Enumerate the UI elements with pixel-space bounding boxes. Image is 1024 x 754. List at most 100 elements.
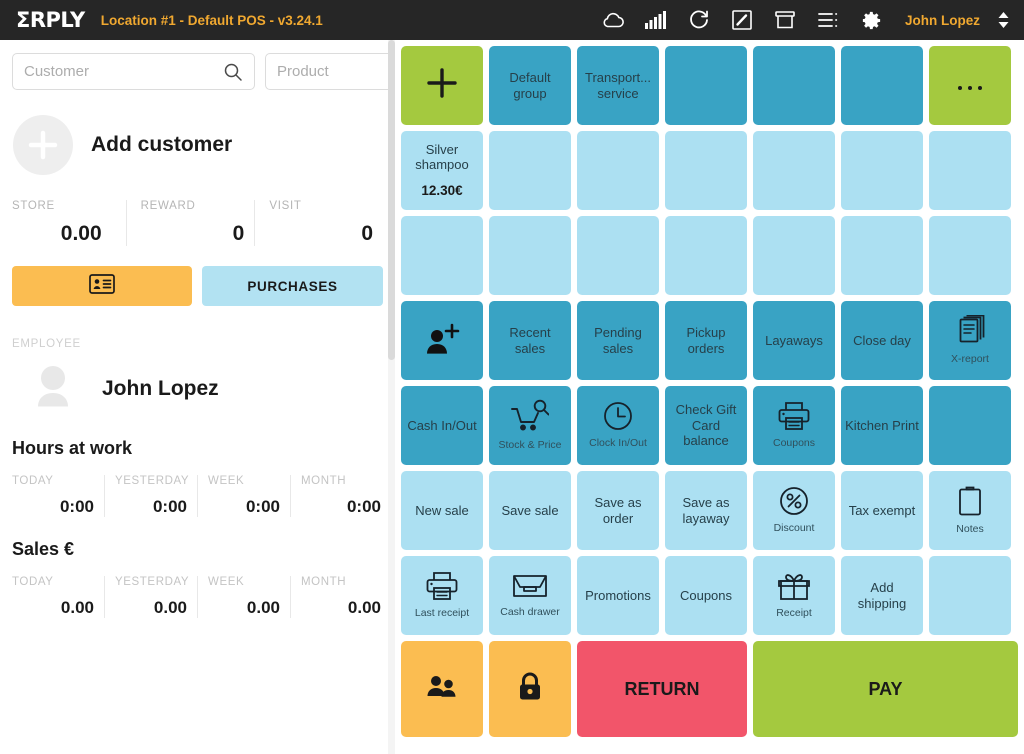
coupons-button[interactable]: Coupons bbox=[665, 556, 747, 635]
group-empty-2[interactable] bbox=[753, 46, 835, 125]
product-empty-10[interactable] bbox=[665, 216, 747, 295]
archive-icon[interactable] bbox=[772, 7, 798, 33]
list-icon[interactable] bbox=[815, 7, 841, 33]
signal-icon[interactable] bbox=[643, 7, 669, 33]
product-empty-1[interactable] bbox=[489, 131, 571, 210]
save-as-order-button[interactable]: Save as order bbox=[577, 471, 659, 550]
product-empty-3[interactable] bbox=[665, 131, 747, 210]
tile-label: Layaways bbox=[765, 332, 823, 348]
sidebar-scrollbar[interactable] bbox=[388, 40, 395, 754]
product-empty-7[interactable] bbox=[401, 216, 483, 295]
product-empty-9[interactable] bbox=[577, 216, 659, 295]
period-value: 0.00 bbox=[60, 598, 94, 617]
hours-today: TODAY 0:00 bbox=[12, 475, 104, 517]
add-customer-label: Add customer bbox=[91, 133, 233, 156]
function-empty-2[interactable] bbox=[929, 556, 1011, 635]
clock-in-out-button[interactable]: Clock In/Out bbox=[577, 386, 659, 465]
hours-at-work-stats: TODAY 0:00 YESTERDAY 0:00 WEEK 0:00 MONT… bbox=[12, 475, 383, 517]
return-button[interactable]: RETURN bbox=[577, 641, 747, 737]
cloud-icon[interactable] bbox=[600, 7, 626, 33]
receipt-gift-button[interactable]: Receipt bbox=[753, 556, 835, 635]
pay-button[interactable]: PAY bbox=[753, 641, 1018, 737]
id-card-icon bbox=[89, 273, 115, 299]
product-empty-11[interactable] bbox=[753, 216, 835, 295]
customer-card-button[interactable] bbox=[12, 266, 192, 306]
cash-in-out-button[interactable]: Cash In/Out bbox=[401, 386, 483, 465]
promotions-button[interactable]: Promotions bbox=[577, 556, 659, 635]
button-grid-panel: Default group Transport... service Silver … bbox=[395, 40, 1024, 754]
function-empty-1[interactable] bbox=[929, 386, 1011, 465]
product-empty-5[interactable] bbox=[841, 131, 923, 210]
plus-circle-icon bbox=[13, 115, 73, 175]
product-empty-6[interactable] bbox=[929, 131, 1011, 210]
product-empty-2[interactable] bbox=[577, 131, 659, 210]
discount-button[interactable]: Discount bbox=[753, 471, 835, 550]
signature-icon[interactable] bbox=[729, 7, 755, 33]
users-icon bbox=[425, 674, 459, 705]
tax-exempt-button[interactable]: Tax exempt bbox=[841, 471, 923, 550]
x-report-button[interactable]: X-report bbox=[929, 301, 1011, 380]
user-chevron-icon[interactable] bbox=[997, 11, 1010, 29]
group-default-group[interactable]: Default group bbox=[489, 46, 571, 125]
group-empty-3[interactable] bbox=[841, 46, 923, 125]
period-value: 0:00 bbox=[152, 497, 187, 516]
sales-month: MONTH 0.00 bbox=[290, 576, 383, 618]
gear-icon[interactable] bbox=[858, 7, 884, 33]
notes-button[interactable]: Notes bbox=[929, 471, 1011, 550]
layaways-button[interactable]: Layaways bbox=[753, 301, 835, 380]
customer-search-input[interactable] bbox=[24, 63, 223, 80]
group-transport-service[interactable]: Transport... service bbox=[577, 46, 659, 125]
product-search-box[interactable] bbox=[265, 53, 395, 90]
new-sale-button[interactable]: New sale bbox=[401, 471, 483, 550]
period-label: MONTH bbox=[301, 475, 347, 487]
coupons-print-button[interactable]: Coupons bbox=[753, 386, 835, 465]
sales-yesterday: YESTERDAY 0.00 bbox=[104, 576, 197, 618]
save-sale-button[interactable]: Save sale bbox=[489, 471, 571, 550]
refresh-icon[interactable] bbox=[686, 7, 712, 33]
product-empty-13[interactable] bbox=[929, 216, 1011, 295]
tile-label: Coupons bbox=[772, 437, 816, 450]
more-groups-button[interactable] bbox=[929, 46, 1011, 125]
customer-search-box[interactable] bbox=[12, 53, 255, 90]
add-group-button[interactable] bbox=[401, 46, 483, 125]
tile-label: Transport... service bbox=[585, 69, 651, 101]
printer-icon bbox=[777, 401, 811, 431]
stat-reward: REWARD 0 bbox=[125, 200, 255, 246]
scrollbar-thumb[interactable] bbox=[388, 40, 395, 360]
sales-week: WEEK 0.00 bbox=[197, 576, 290, 618]
product-empty-12[interactable] bbox=[841, 216, 923, 295]
product-search-input[interactable] bbox=[277, 63, 395, 80]
tile-label: Tax exempt bbox=[848, 502, 916, 518]
close-day-button[interactable]: Close day bbox=[841, 301, 923, 380]
add-customer-row[interactable]: Add customer bbox=[12, 115, 383, 175]
recent-sales-button[interactable]: Recent sales bbox=[489, 301, 571, 380]
pickup-orders-button[interactable]: Pickup orders bbox=[665, 301, 747, 380]
stock-price-button[interactable]: Stock & Price bbox=[489, 386, 571, 465]
group-empty-1[interactable] bbox=[665, 46, 747, 125]
tile-label: Pending sales bbox=[594, 324, 642, 356]
check-gift-card-balance-button[interactable]: Check Gift Card balance bbox=[665, 386, 747, 465]
lock-icon bbox=[517, 672, 543, 707]
purchases-button[interactable]: PURCHASES bbox=[202, 266, 383, 306]
product-empty-4[interactable] bbox=[753, 131, 835, 210]
stat-visit: VISIT 0 bbox=[254, 200, 383, 246]
kitchen-print-button[interactable]: Kitchen Print bbox=[841, 386, 923, 465]
last-receipt-button[interactable]: Last receipt bbox=[401, 556, 483, 635]
hours-at-work-title: Hours at work bbox=[12, 438, 133, 458]
product-silver-shampoo[interactable]: Silver shampoo 12.30€ bbox=[401, 131, 483, 210]
switch-user-button[interactable] bbox=[401, 641, 483, 737]
add-shipping-button[interactable]: Add shipping bbox=[841, 556, 923, 635]
pending-sales-button[interactable]: Pending sales bbox=[577, 301, 659, 380]
product-empty-8[interactable] bbox=[489, 216, 571, 295]
tile-label: Coupons bbox=[679, 587, 733, 603]
header-username[interactable]: John Lopez bbox=[905, 13, 980, 28]
tile-label: Save as layaway bbox=[682, 494, 730, 526]
tile-label: Receipt bbox=[776, 607, 812, 620]
save-as-layaway-button[interactable]: Save as layaway bbox=[665, 471, 747, 550]
hours-yesterday: YESTERDAY 0:00 bbox=[104, 475, 197, 517]
lock-button[interactable] bbox=[489, 641, 571, 737]
add-customer-button[interactable] bbox=[401, 301, 483, 380]
tile-label: Add shipping bbox=[857, 579, 907, 611]
stat-value: 0.00 bbox=[60, 222, 102, 245]
cash-drawer-button[interactable]: Cash drawer bbox=[489, 556, 571, 635]
